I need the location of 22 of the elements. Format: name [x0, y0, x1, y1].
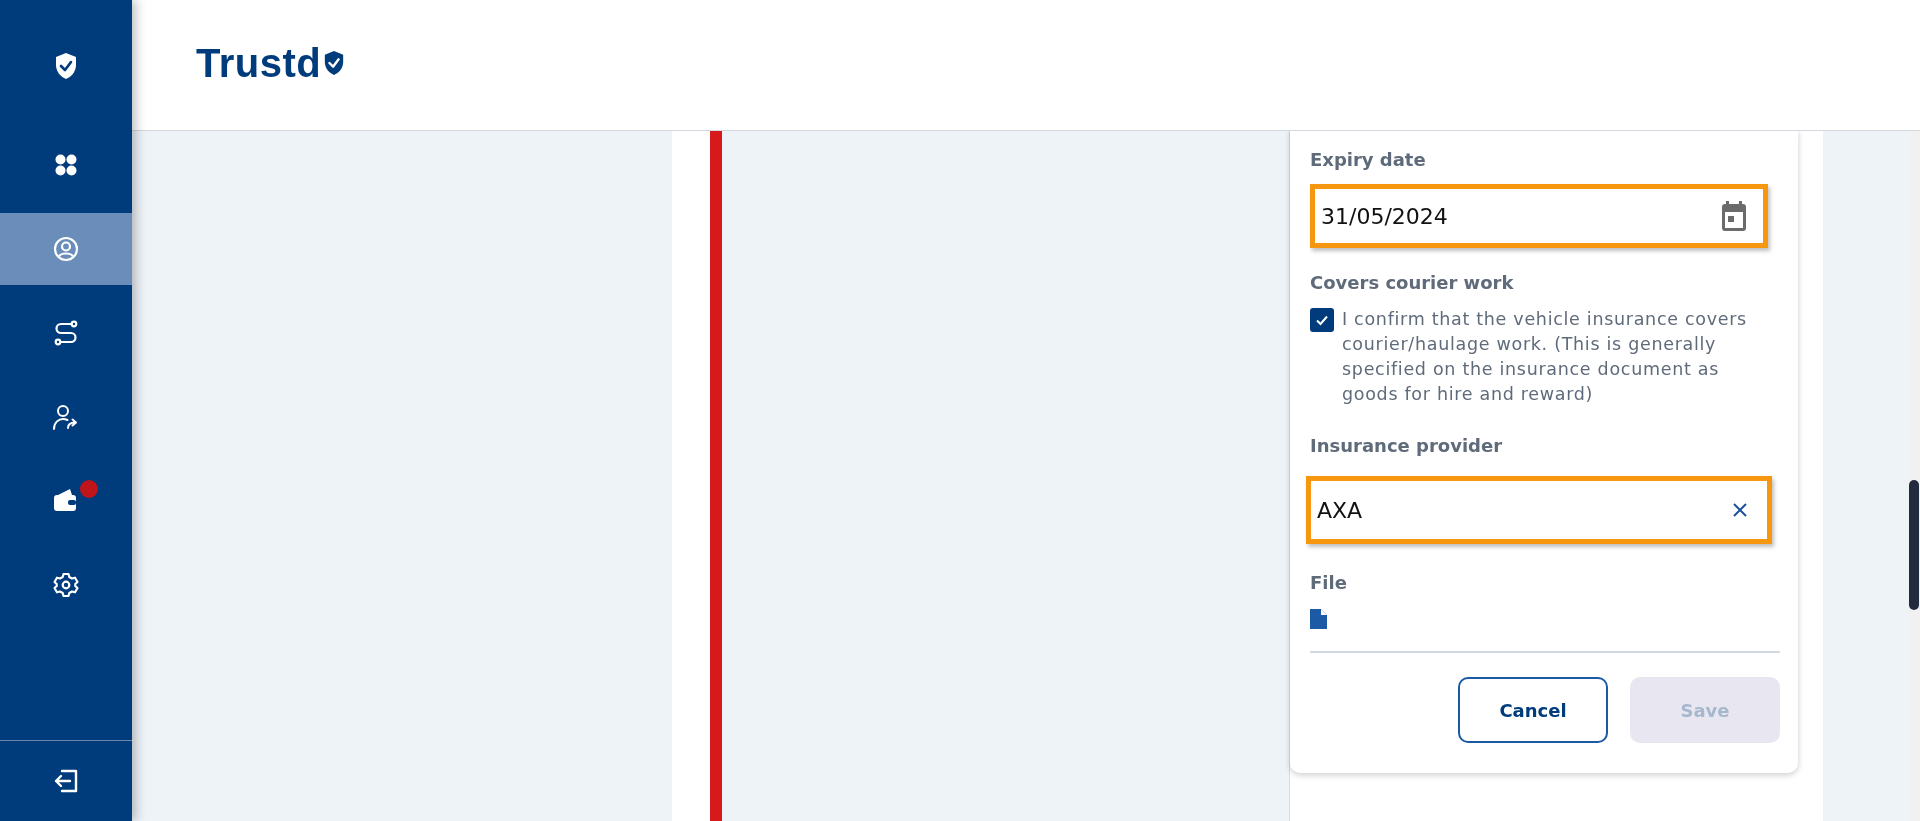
- field-label: Expiry date: [1310, 149, 1427, 170]
- logo-text: Trustd: [196, 40, 322, 86]
- user-share-icon: [52, 403, 80, 431]
- insurance-provider-field[interactable]: AXA: [1306, 476, 1772, 544]
- field-label: File: [1310, 572, 1348, 593]
- file-icon[interactable]: [1310, 609, 1327, 629]
- logout-icon: [52, 768, 80, 794]
- settings-icon: [53, 572, 79, 598]
- scrollbar-thumb[interactable]: [1909, 480, 1919, 610]
- calendar-icon[interactable]: [1720, 201, 1748, 231]
- field-label: Covers courier work: [1310, 272, 1515, 293]
- field-label: Insurance provider: [1310, 435, 1504, 456]
- cancel-button[interactable]: Cancel: [1458, 677, 1608, 743]
- grid-icon: [54, 153, 78, 177]
- shield-check-icon: [323, 50, 346, 76]
- user-circle-icon: [53, 236, 79, 262]
- checkbox[interactable]: [1310, 308, 1334, 332]
- close-icon[interactable]: [1732, 502, 1748, 518]
- confirmation-text: I confirm that the vehicle insurance covers courier/haulage work. (This is generally specified on the insurance document as goods for hire and reward): [1342, 308, 1748, 406]
- route-icon: [53, 320, 79, 346]
- shield-check-icon: [54, 52, 78, 80]
- date-field[interactable]: 31/05/2024: [1310, 184, 1768, 248]
